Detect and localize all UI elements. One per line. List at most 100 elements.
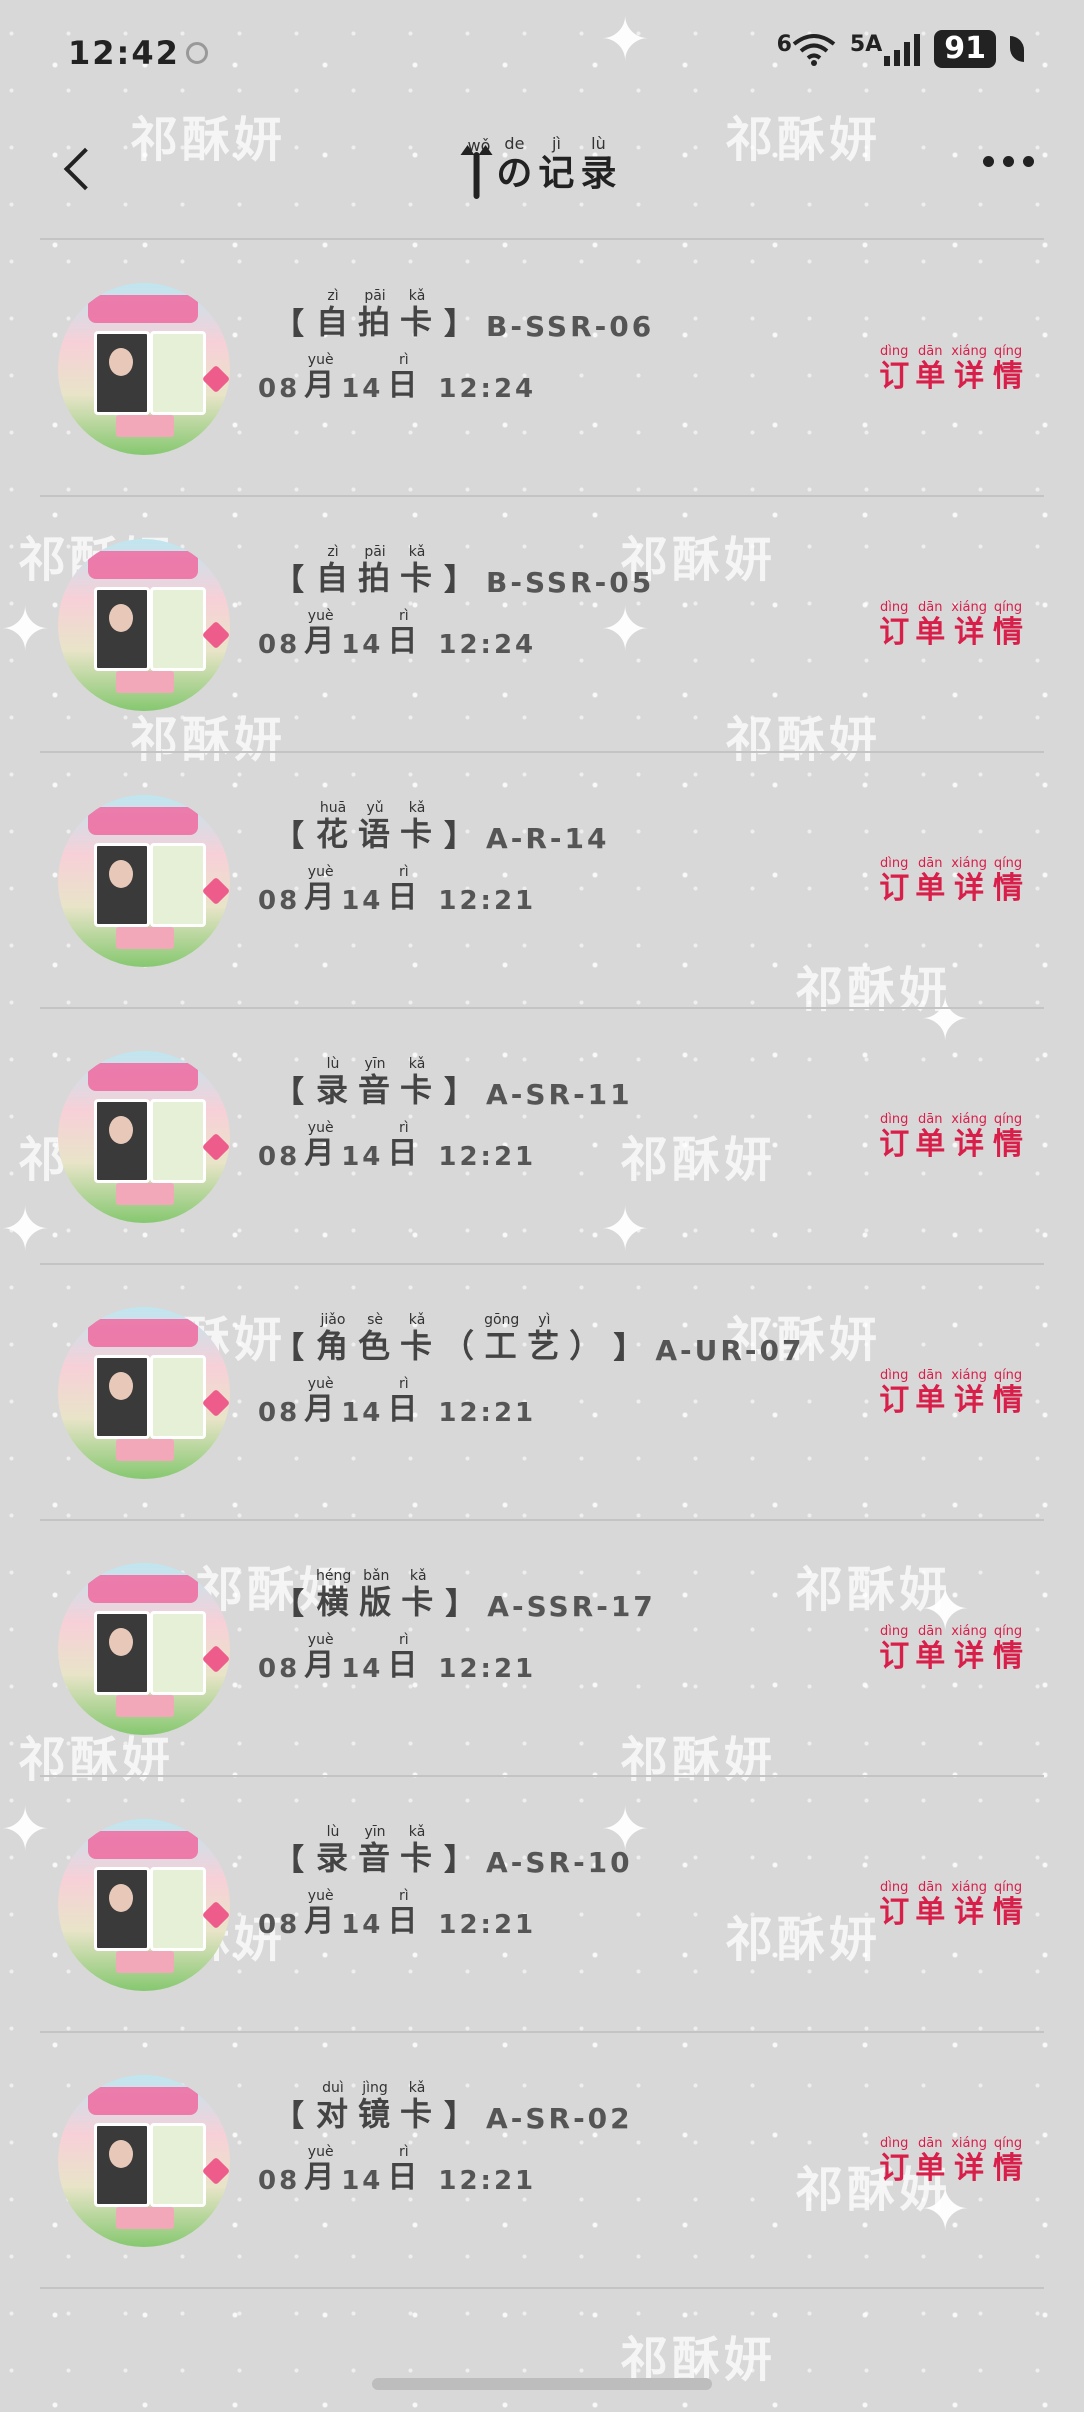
name-char: ）	[569, 1327, 604, 1365]
bracket-open: 【	[274, 563, 306, 598]
heart-icon	[201, 1644, 230, 1674]
thumbnail-banner	[88, 1319, 198, 1347]
thumbnail-banner	[88, 2087, 198, 2115]
card-thumbnail[interactable]	[58, 1051, 230, 1223]
day-char: 日rì	[387, 352, 421, 403]
battery-icon: 91	[934, 30, 996, 68]
photo-card	[94, 1867, 150, 1951]
page-title: wǒ のde 记jì 录lù	[468, 134, 617, 199]
bracket-open: 【	[274, 2099, 306, 2134]
order-detail-link[interactable]: 订dìng 单dān 详xiáng 情qíng	[876, 1368, 1026, 1419]
record-row[interactable]: 【录lù 音yīn 卡kǎ 】 A-SR-11 08 月yuè 14 日rì 12:21 订dìng…	[40, 1009, 1044, 1265]
record-row[interactable]: 【角jiǎo 色sè 卡kǎ （工gōng 艺yì） 】 A-UR-07 08 月yuè 14 日r…	[40, 1265, 1044, 1521]
date-month: 08	[258, 1142, 301, 1172]
date-day: 14	[341, 886, 384, 916]
back-button[interactable]	[52, 140, 112, 200]
name-char: 卡kǎ	[400, 544, 435, 597]
card-thumbnail[interactable]	[58, 2075, 230, 2247]
card-code: A-UR-07	[655, 1334, 805, 1367]
day-char: 日rì	[387, 1632, 421, 1683]
heart-icon	[201, 876, 230, 906]
record-row[interactable]: 【自zì 拍pāi 卡kǎ 】 B-SSR-06 08 月yuè 14 日rì 12:24 订dìn…	[40, 241, 1044, 497]
status-time: 12:42	[68, 34, 180, 72]
name-char: 卡kǎ	[400, 1312, 435, 1365]
order-detail-link[interactable]: 订dìng 单dān 详xiáng 情qíng	[876, 344, 1026, 395]
record-date: 08 月yuè 14 日rì 12:24	[258, 352, 536, 404]
date-day: 14	[341, 1398, 384, 1428]
card-thumbnail[interactable]	[58, 1307, 230, 1479]
record-time: 12:21	[438, 886, 537, 916]
name-char: （	[442, 1327, 477, 1365]
bracket-close: 】	[444, 1075, 477, 1110]
card-code: A-SR-11	[486, 1078, 633, 1111]
name-char: 语yǔ	[358, 800, 393, 853]
photo-card	[94, 843, 150, 927]
leaf-icon	[1010, 36, 1024, 62]
date-day: 14	[341, 2166, 384, 2196]
heart-icon	[201, 1132, 230, 1162]
card-thumbnail[interactable]	[58, 1563, 230, 1735]
record-row[interactable]: 【录lù 音yīn 卡kǎ 】 A-SR-10 08 月yuè 14 日rì 12:21 订dìng…	[40, 1777, 1044, 2033]
card-thumbnail[interactable]	[58, 539, 230, 711]
more-button[interactable]	[983, 156, 1034, 167]
record-time: 12:21	[438, 1142, 537, 1172]
order-detail-link[interactable]: 订dìng 单dān 详xiáng 情qíng	[876, 2136, 1026, 2187]
order-detail-link[interactable]: 订dìng 单dān 详xiáng 情qíng	[876, 1112, 1026, 1163]
card-thumbnail[interactable]	[58, 795, 230, 967]
signal-icon	[884, 32, 921, 66]
bracket-open: 【	[274, 1331, 306, 1366]
thumbnail-tag	[116, 1183, 174, 1205]
record-date: 08 月yuè 14 日rì 12:21	[258, 864, 537, 916]
record-row[interactable]: 【对duì 镜jìng 卡kǎ 】 A-SR-02 08 月yuè 14 日rì 12:21 订dì…	[40, 2033, 1044, 2289]
name-char: 拍pāi	[358, 544, 393, 597]
wifi-icon	[792, 34, 836, 66]
order-detail-link[interactable]: 订dìng 单dān 详xiáng 情qíng	[876, 856, 1026, 907]
day-char: 日rì	[387, 2144, 421, 2195]
bracket-close: 】	[444, 1843, 477, 1878]
status-icons: 6 5A 91	[777, 30, 1024, 68]
month-char: 月yuè	[304, 1632, 338, 1683]
date-day: 14	[341, 1142, 384, 1172]
header-divider	[40, 238, 1044, 240]
heart-icon	[201, 1900, 230, 1930]
record-time: 12:21	[438, 2166, 537, 2196]
card-thumbnail[interactable]	[58, 283, 230, 455]
home-indicator[interactable]	[372, 2378, 712, 2390]
title-cat: wǒ	[468, 136, 490, 199]
record-row[interactable]: 【花huā 语yǔ 卡kǎ 】 A-R-14 08 月yuè 14 日rì 12:21 订dìng 单…	[40, 753, 1044, 1009]
photo-card	[94, 1611, 150, 1695]
date-day: 14	[341, 630, 384, 660]
name-char: 卡kǎ	[400, 2080, 435, 2133]
title-char: 录lù	[580, 134, 617, 194]
photo-card	[94, 2123, 150, 2207]
record-row[interactable]: 【自zì 拍pāi 卡kǎ 】 B-SSR-05 08 月yuè 14 日rì 12:24 订dìn…	[40, 497, 1044, 753]
order-detail-link[interactable]: 订dìng 单dān 详xiáng 情qíng	[876, 1880, 1026, 1931]
order-detail-link[interactable]: 订dìng 单dān 详xiáng 情qíng	[876, 600, 1026, 651]
record-time: 12:21	[438, 1654, 537, 1684]
bracket-close: 】	[613, 1331, 646, 1366]
thumbnail-tag	[116, 1951, 174, 1973]
name-char: 角jiǎo	[316, 1312, 351, 1365]
title-char: 记jì	[538, 134, 575, 194]
name-char: 卡kǎ	[400, 800, 435, 853]
bracket-open: 【	[274, 307, 306, 342]
record-list: 【自zì 拍pāi 卡kǎ】 B-SSR-06 08 月yuè 14 日rì 12:24 订dìn…	[0, 241, 1084, 2289]
order-detail-link[interactable]: 订dìng 单dān 详xiáng 情qíng	[876, 1624, 1026, 1675]
card-name: 【花huā 语yǔ 卡kǎ 】 A-R-14	[268, 800, 609, 855]
card-thumbnail[interactable]	[58, 1819, 230, 1991]
name-char: 录lù	[316, 1824, 351, 1877]
month-char: 月yuè	[304, 1888, 338, 1939]
cell-group: 5A	[850, 32, 921, 66]
photo-card	[94, 587, 150, 671]
day-char: 日rì	[387, 1376, 421, 1427]
month-char: 月yuè	[304, 1376, 338, 1427]
day-char: 日rì	[387, 608, 421, 659]
status-bar: 12:42 6 5A 91	[0, 0, 1084, 110]
record-date: 08 月yuè 14 日rì 12:21	[258, 1888, 536, 1940]
header-bar: wǒ のde 记jì 录lù	[0, 130, 1084, 210]
thumbnail-tag	[116, 927, 174, 949]
name-char: 版bǎn	[359, 1568, 394, 1621]
record-row[interactable]: 【横héng 版bǎn 卡kǎ 】 A-SSR-17 08 月yuè 14 日rì 12:21 订d…	[40, 1521, 1044, 1777]
bracket-close: 】	[444, 307, 477, 342]
date-month: 08	[258, 630, 301, 660]
